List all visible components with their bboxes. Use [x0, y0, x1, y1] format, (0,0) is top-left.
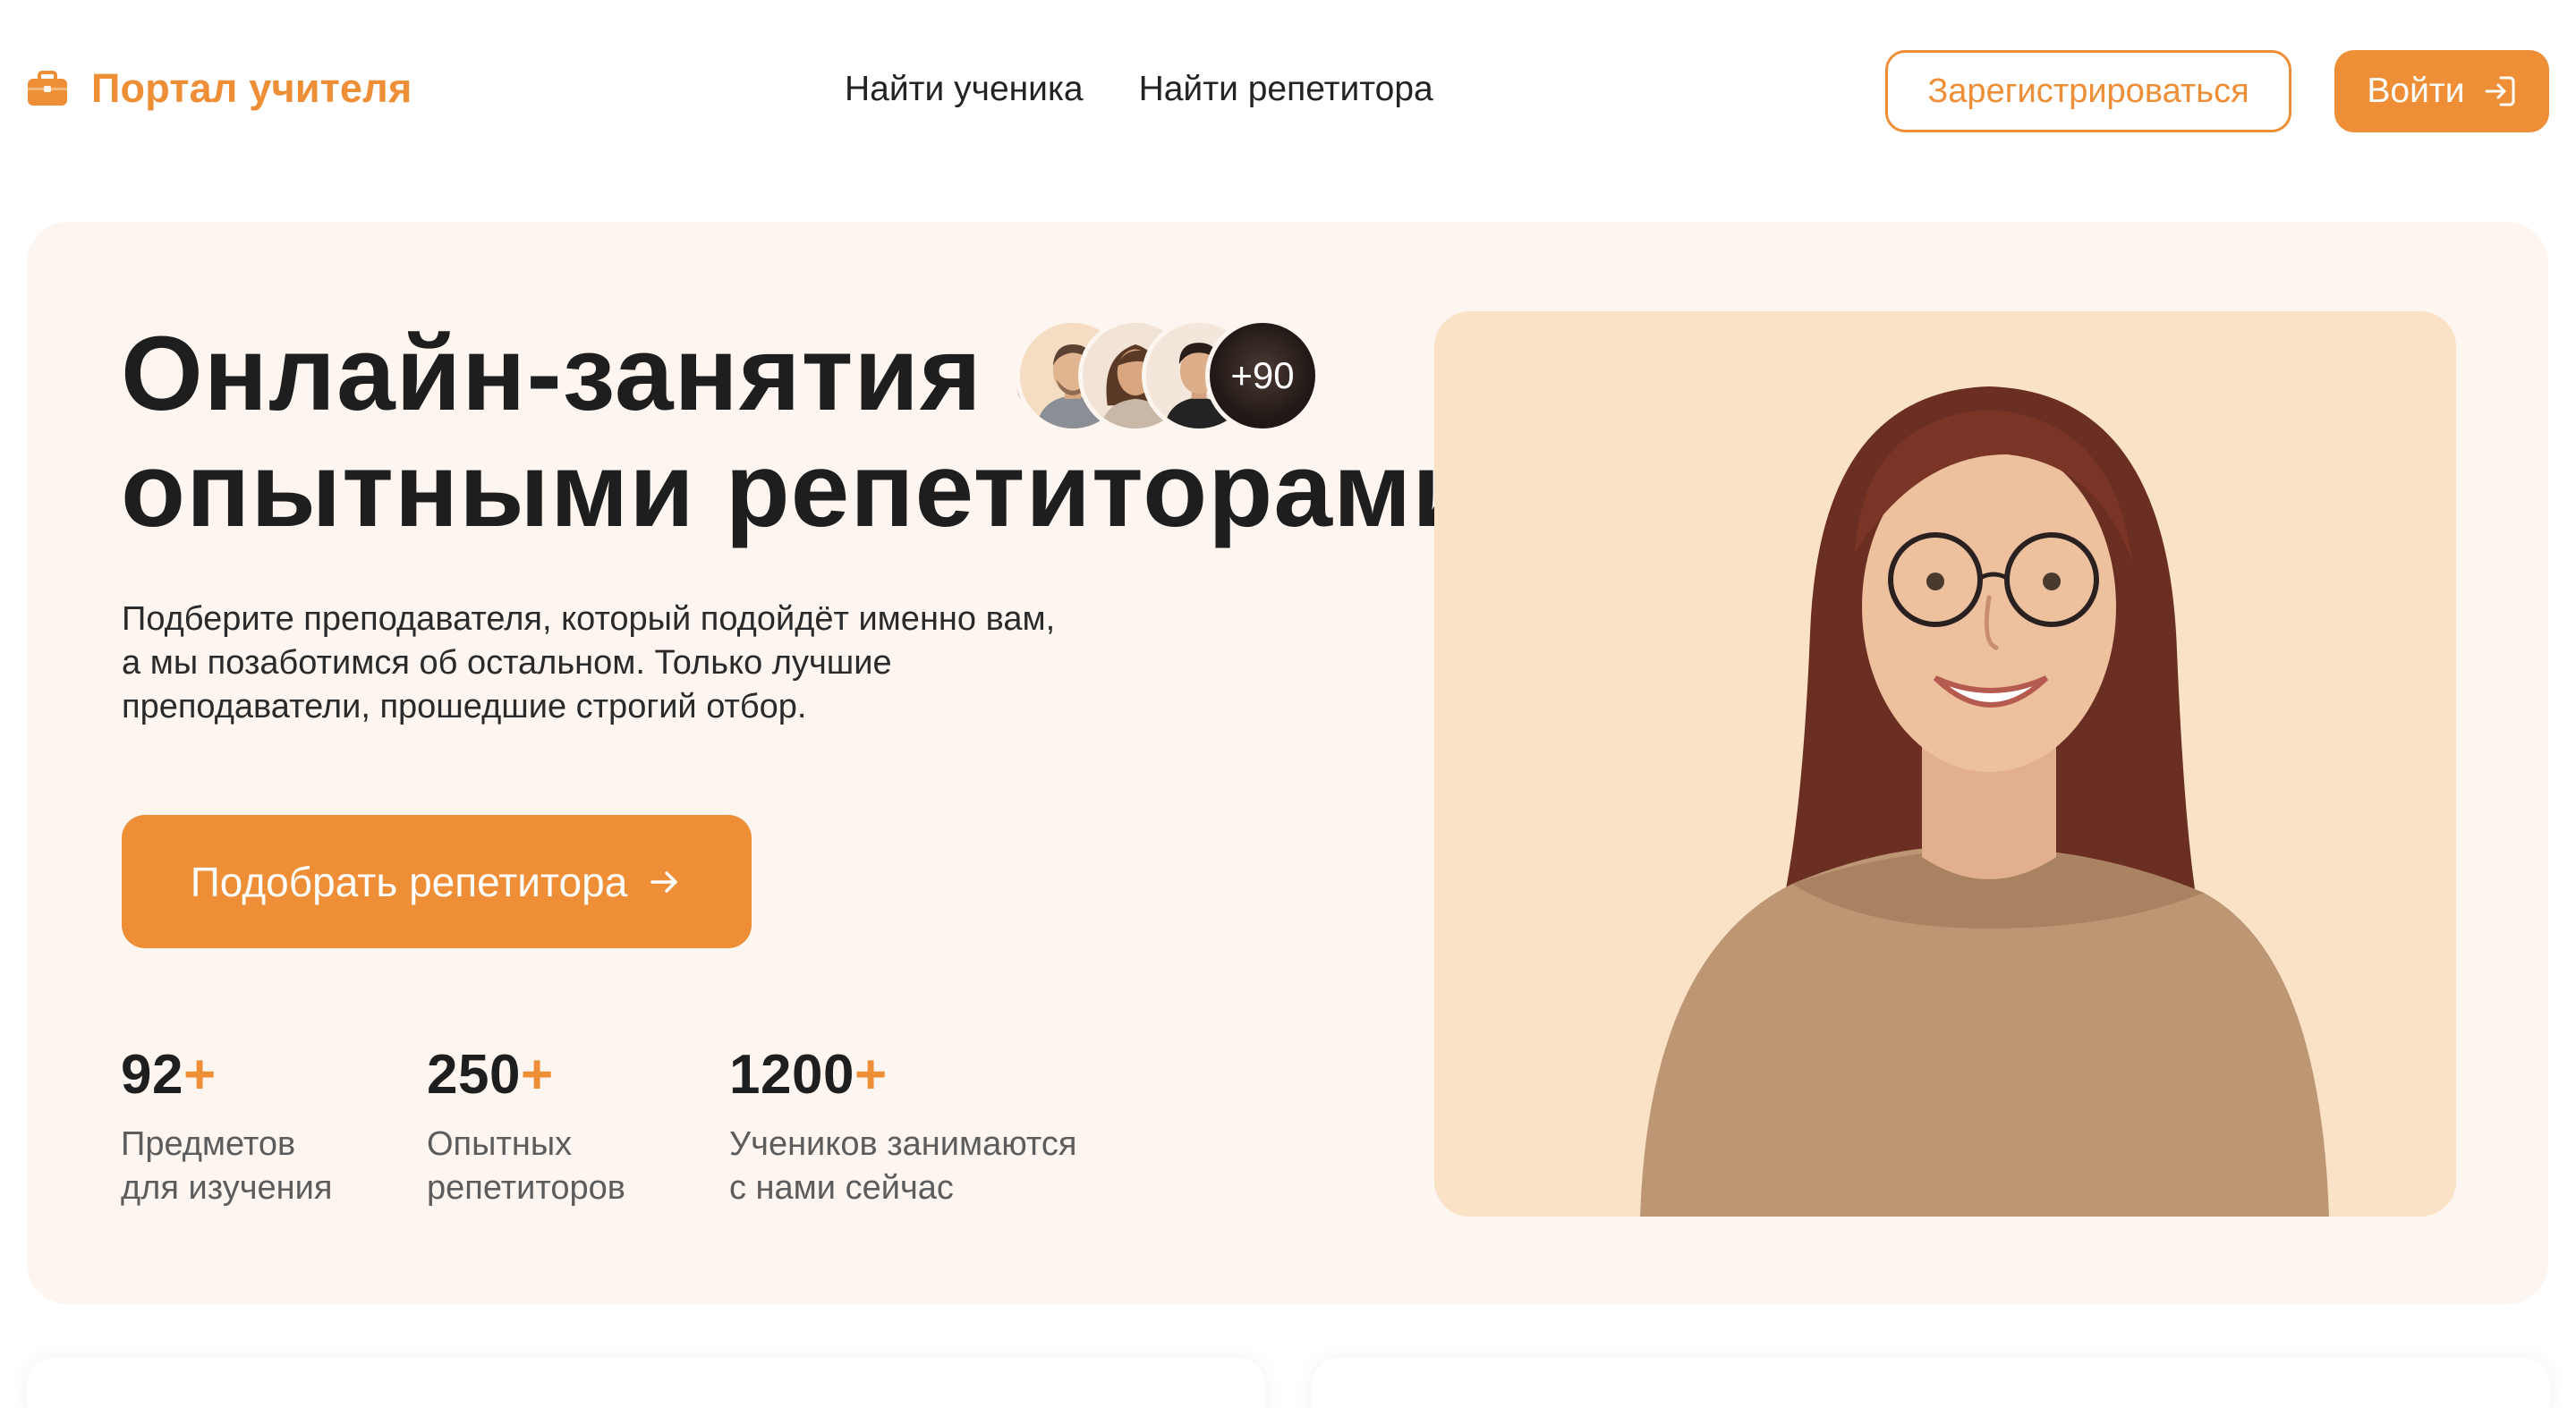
feature-card [27, 1358, 1265, 1408]
register-button[interactable]: Зарегистрироваться [1885, 50, 2291, 132]
nav-find-student[interactable]: Найти ученика [845, 70, 1084, 109]
stat-students: 1200+ Учеников занимаются с нами сейчас [729, 1043, 1076, 1210]
logo-link[interactable]: Портал учителя [27, 65, 412, 112]
feature-card [1312, 1358, 2550, 1408]
stat-label: Опытных репетиторов [427, 1125, 625, 1207]
hero-photo [1434, 311, 2456, 1217]
stat-number: 92+ [121, 1044, 217, 1106]
stat-number: 250+ [427, 1044, 554, 1106]
nav-find-tutor[interactable]: Найти репетитора [1139, 70, 1433, 109]
tutor-avatars: +90 [1016, 318, 1329, 435]
stat-label: Учеников занимаются с нами сейчас [729, 1125, 1077, 1207]
hero-section: Онлайн-занятия с опытными репетиторами +… [27, 222, 2548, 1304]
hero-subtitle: Подберите преподавателя, который подойдё… [122, 600, 1056, 725]
login-icon [2485, 76, 2515, 106]
more-tutors-badge: +90 [1205, 318, 1320, 433]
site-header: Портал учителя Найти ученика Найти репет… [0, 0, 2576, 188]
stat-subjects: 92+ Предметов для изучения [121, 1043, 332, 1210]
briefcase-icon [28, 71, 67, 106]
stat-number: 1200+ [729, 1044, 888, 1106]
stat-tutors: 250+ Опытных репетиторов [427, 1043, 625, 1210]
login-button-label: Войти [2367, 72, 2465, 110]
find-tutor-button-label: Подобрать репетитора [190, 858, 628, 905]
main-nav: Найти ученика Найти репетитора [845, 70, 1489, 109]
landing-page: Портал учителя Найти ученика Найти репет… [0, 0, 2576, 1408]
find-tutor-button[interactable]: Подобрать репетитора [122, 815, 752, 948]
arrow-right-icon [650, 870, 678, 893]
stat-label: Предметов для изучения [121, 1125, 333, 1207]
login-button[interactable]: Войти [2334, 50, 2549, 132]
logo-text: Портал учителя [91, 65, 412, 111]
hero-title-line-2: опытными репетиторами [121, 431, 1478, 549]
